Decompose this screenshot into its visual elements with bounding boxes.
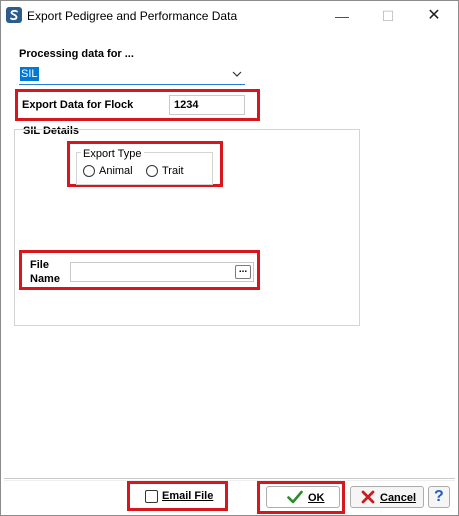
close-button[interactable]: ✕	[411, 1, 457, 31]
dialog-window: Export Pedigree and Performance Data — ☐…	[0, 0, 459, 516]
flock-input[interactable]: 1234	[169, 95, 245, 115]
title-bar: Export Pedigree and Performance Data — ☐…	[1, 1, 458, 31]
flock-input-value: 1234	[174, 99, 199, 111]
help-icon: ?	[434, 488, 444, 505]
browse-file-button[interactable]: ...	[235, 265, 251, 279]
footer-divider-light	[4, 480, 455, 481]
app-logo-icon	[6, 7, 22, 23]
chevron-down-icon	[232, 71, 242, 77]
radio-animal-label[interactable]: Animal	[99, 165, 133, 177]
export-type-legend: Export Type	[81, 148, 144, 160]
processing-label: Processing data for ...	[19, 48, 134, 60]
processing-selected-value: SIL	[20, 67, 39, 81]
maximize-button[interactable]: ☐	[365, 1, 411, 31]
file-name-input[interactable]	[70, 262, 254, 282]
window-title: Export Pedigree and Performance Data	[27, 9, 238, 23]
ok-label: OK	[308, 492, 325, 504]
processing-select[interactable]: SIL	[19, 65, 245, 85]
ok-button[interactable]: OK	[266, 486, 340, 508]
cancel-button[interactable]: Cancel	[350, 486, 424, 508]
checkmark-icon	[287, 490, 303, 504]
file-name-label-line1: File	[30, 259, 49, 271]
file-name-label-line2: Name	[30, 273, 60, 285]
footer-divider	[4, 478, 455, 479]
email-file-label[interactable]: Email File	[162, 490, 213, 502]
radio-trait-label[interactable]: Trait	[162, 165, 184, 177]
email-file-checkbox[interactable]	[145, 490, 158, 503]
flock-label: Export Data for Flock	[22, 99, 134, 111]
cancel-label: Cancel	[380, 492, 417, 504]
radio-animal[interactable]	[83, 165, 95, 177]
minimize-button[interactable]: —	[319, 1, 365, 31]
radio-trait[interactable]	[146, 165, 158, 177]
help-button[interactable]: ?	[428, 486, 450, 508]
cancel-x-icon	[361, 490, 375, 504]
